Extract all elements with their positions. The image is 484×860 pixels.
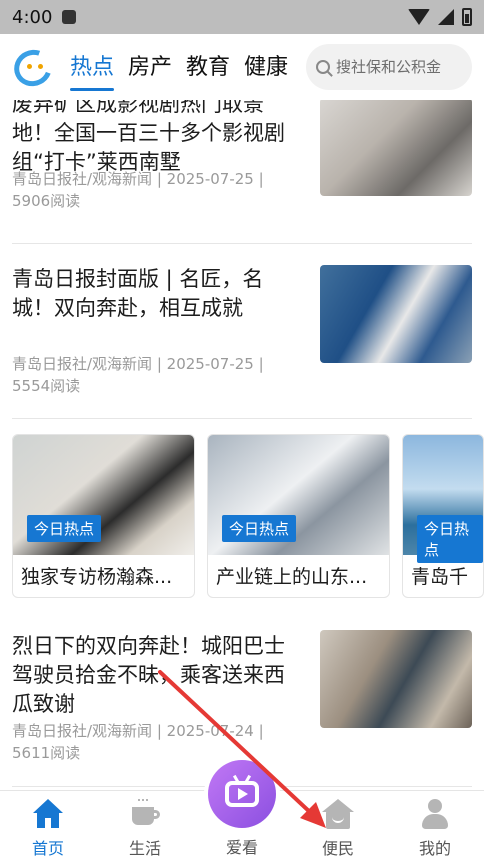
- cup-icon: [128, 799, 162, 829]
- play-icon: [238, 788, 248, 800]
- news-thumbnail: [320, 100, 472, 196]
- wifi-icon: [408, 9, 430, 25]
- battery-icon: [462, 8, 472, 26]
- hot-card[interactable]: 今日热点 产业链上的山东...: [207, 434, 390, 598]
- divider: [12, 418, 472, 419]
- status-bar: 4:00: [0, 0, 484, 34]
- nav-label: 首页: [31, 839, 64, 858]
- status-time: 4:00: [12, 6, 53, 28]
- news-thumbnail: [320, 630, 472, 728]
- news-meta: 青岛日报社/观海新闻 | 2025-07-25 | 5906阅读: [12, 170, 264, 210]
- news-meta: 青岛日报社/观海新闻 | 2025-07-25 | 5554阅读: [12, 355, 264, 395]
- news-title: 废弃矿区成影视剧热门取景地！全国一百三十多个影视剧组“打卡”莱西南墅: [12, 100, 285, 174]
- card-caption: 独家专访杨瀚森...: [21, 566, 173, 588]
- hot-badge: 今日热点: [417, 515, 483, 563]
- nav-label: 生活: [128, 839, 161, 858]
- news-feed[interactable]: 废弃矿区成影视剧热门取景地！全国一百三十多个影视剧组“打卡”莱西南墅 青岛日报社…: [0, 100, 484, 790]
- nav-life[interactable]: 生活: [105, 799, 185, 859]
- home-icon: [31, 799, 65, 829]
- news-title: 烈日下的双向奔赴！城阳巴士驾驶员拾金不昧，乘客送来西瓜致谢: [12, 634, 285, 716]
- nav-label-watch[interactable]: 爱看: [208, 834, 276, 858]
- card-caption: 产业链上的山东...: [216, 566, 368, 588]
- nav-home[interactable]: 首页: [8, 799, 88, 859]
- tab-health[interactable]: 健康: [244, 49, 288, 85]
- tab-hot[interactable]: 热点: [70, 49, 115, 91]
- notification-icon: [62, 10, 77, 24]
- tab-education[interactable]: 教育: [186, 49, 230, 85]
- nav-services[interactable]: 便民: [298, 799, 378, 859]
- nav-label: 便民: [321, 839, 354, 858]
- nav-label: 我的: [418, 839, 451, 858]
- card-caption: 青岛千: [411, 566, 469, 588]
- hot-card[interactable]: 今日热点 独家专访杨瀚森...: [12, 434, 195, 598]
- hot-badge: 今日热点: [222, 515, 297, 542]
- signal-icon: [438, 9, 454, 25]
- nav-me[interactable]: 我的: [395, 799, 475, 859]
- news-thumbnail: [320, 265, 472, 363]
- watch-button[interactable]: [208, 760, 276, 828]
- status-icons: [408, 8, 472, 26]
- user-icon: [418, 799, 452, 829]
- news-item[interactable]: 废弃矿区成影视剧热门取景地！全国一百三十多个影视剧组“打卡”莱西南墅 青岛日报社…: [12, 100, 472, 230]
- hot-card[interactable]: 今日热点 青岛千: [402, 434, 484, 598]
- hot-cards-row[interactable]: 今日热点 独家专访杨瀚森... 今日热点 产业链上的山东... 今日热点 青岛千: [12, 434, 484, 598]
- news-title: 青岛日报封面版 | 名匠，名城！双向奔赴，相互成就: [12, 267, 264, 320]
- news-item[interactable]: 烈日下的双向奔赴！城阳巴士驾驶员拾金不昧，乘客送来西瓜致谢 青岛日报社/观海新闻…: [12, 630, 472, 780]
- category-tabs: 热点 房产 教育 健康: [70, 34, 288, 100]
- search-icon: [316, 60, 330, 74]
- house-smile-icon: [321, 799, 355, 829]
- tab-real-estate[interactable]: 房产: [128, 49, 172, 85]
- search-input[interactable]: [336, 58, 454, 76]
- search-box[interactable]: [306, 44, 472, 90]
- top-header: 热点 房产 教育 健康: [0, 34, 484, 100]
- hot-badge: 今日热点: [27, 515, 102, 542]
- news-meta: 青岛日报社/观海新闻 | 2025-07-24 | 5611阅读: [12, 722, 264, 762]
- news-item[interactable]: 青岛日报封面版 | 名匠，名城！双向奔赴，相互成就 青岛日报社/观海新闻 | 2…: [12, 265, 472, 415]
- app-logo-icon[interactable]: [8, 43, 58, 93]
- divider: [12, 243, 472, 244]
